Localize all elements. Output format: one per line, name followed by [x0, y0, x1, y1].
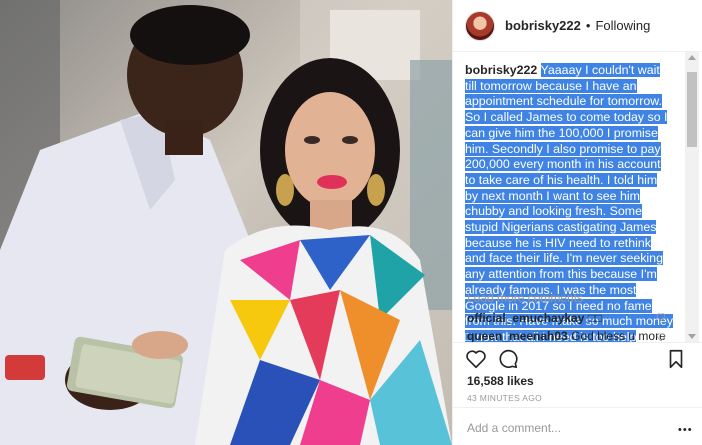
- scroll-down-arrow-icon[interactable]: [688, 334, 696, 339]
- like-count[interactable]: 16,588 likes: [467, 374, 534, 388]
- comment-username[interactable]: official_emuchaykay: [467, 311, 584, 325]
- post-photo-image: [0, 0, 452, 445]
- comment-item: queen_meenah03 God bless u more: [467, 329, 667, 342]
- comments-scroll-area[interactable]: bobrisky222 Yaaaay I couldn't wait till …: [453, 52, 702, 342]
- add-comment-bar: •••: [453, 407, 702, 445]
- load-more-comments-link[interactable]: Load more comments: [467, 291, 583, 305]
- post-timestamp[interactable]: 43 MINUTES AGO: [467, 393, 542, 403]
- scrollbar-thumb[interactable]: [687, 72, 697, 147]
- add-comment-input[interactable]: [467, 419, 667, 437]
- post-username[interactable]: bobrisky222: [505, 18, 581, 33]
- following-button[interactable]: Following: [595, 18, 650, 33]
- post-sidebar: bobrisky222 • Following bobrisky222 Yaaa…: [452, 0, 702, 445]
- comment-like-heart-icon[interactable]: [656, 332, 666, 342]
- instagram-post-view: bobrisky222 • Following bobrisky222 Yaaa…: [0, 0, 702, 445]
- comment-like-heart-icon[interactable]: [656, 312, 666, 322]
- separator-dot: •: [585, 18, 591, 33]
- comment-username[interactable]: queen_meenah03: [467, 329, 568, 342]
- comment-item: official_emuchaykay □□: [467, 311, 667, 325]
- post-actions: [453, 342, 702, 372]
- bookmark-icon[interactable]: [665, 348, 687, 370]
- comment-text: God bless u more: [571, 329, 666, 342]
- post-photo[interactable]: [0, 0, 452, 445]
- comment-text: □□: [587, 311, 603, 325]
- more-options-icon[interactable]: •••: [678, 424, 693, 436]
- post-header: bobrisky222 • Following: [453, 0, 702, 52]
- scroll-up-arrow-icon[interactable]: [688, 55, 696, 60]
- heart-icon[interactable]: [465, 348, 487, 370]
- caption-username[interactable]: bobrisky222: [465, 63, 537, 77]
- comments-scrollbar[interactable]: [685, 52, 699, 342]
- avatar[interactable]: [465, 10, 495, 41]
- comment-icon[interactable]: [497, 348, 519, 370]
